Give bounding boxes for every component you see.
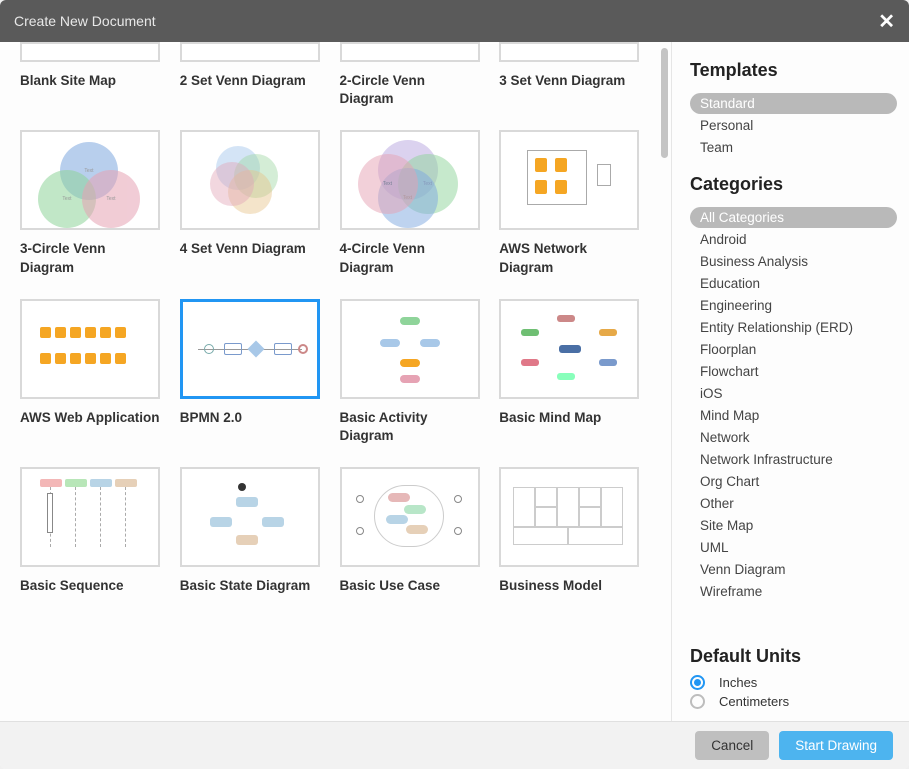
category-item[interactable]: Business Analysis <box>690 251 897 272</box>
dialog-body: Blank Site Map 2 Set Venn Diagram 2-Circle… <box>0 42 909 721</box>
template-thumbnail[interactable] <box>180 42 320 62</box>
template-thumbnail[interactable] <box>180 299 320 399</box>
sidebar: Templates StandardPersonalTeam Categorie… <box>671 42 909 721</box>
template-label: 3-Circle Venn Diagram <box>20 240 160 276</box>
category-item[interactable]: Other <box>690 493 897 514</box>
template-label: 4 Set Venn Diagram <box>180 240 320 258</box>
template-thumbnail[interactable]: TextTextText <box>340 130 480 230</box>
template-scope-item[interactable]: Personal <box>690 115 897 136</box>
template-label: Basic Mind Map <box>499 409 639 427</box>
radio-icon[interactable] <box>690 675 705 690</box>
template-label: AWS Web Application <box>20 409 160 427</box>
category-item[interactable]: Flowchart <box>690 361 897 382</box>
units-heading: Default Units <box>690 646 897 667</box>
unit-label: Inches <box>719 675 757 690</box>
gallery-wrap: Blank Site Map 2 Set Venn Diagram 2-Circle… <box>0 42 671 721</box>
template-scope-list: StandardPersonalTeam <box>690 93 897 158</box>
template-thumbnail[interactable] <box>340 299 480 399</box>
close-icon[interactable]: ✕ <box>878 9 895 34</box>
category-item[interactable]: Venn Diagram <box>690 559 897 580</box>
template-thumbnail[interactable] <box>499 130 639 230</box>
templates-heading: Templates <box>690 60 897 81</box>
template-label: Basic Activity Diagram <box>340 409 480 445</box>
template-thumbnail[interactable] <box>340 467 480 567</box>
template-card[interactable]: BPMN 2.0 <box>180 299 320 445</box>
template-card[interactable]: 2-Circle Venn Diagram <box>340 42 480 108</box>
scroll-thumb[interactable] <box>661 48 668 158</box>
template-label: 4-Circle Venn Diagram <box>340 240 480 276</box>
radio-icon[interactable] <box>690 694 705 709</box>
template-thumbnail[interactable] <box>499 467 639 567</box>
template-card[interactable]: Blank Site Map <box>20 42 160 108</box>
template-card[interactable]: 2 Set Venn Diagram <box>180 42 320 108</box>
template-thumbnail[interactable]: TextTextText <box>20 130 160 230</box>
template-thumbnail[interactable] <box>180 130 320 230</box>
template-label: Basic State Diagram <box>180 577 320 595</box>
template-card[interactable]: Business Model <box>499 467 639 595</box>
category-item[interactable]: Android <box>690 229 897 250</box>
start-drawing-button[interactable]: Start Drawing <box>779 731 893 760</box>
template-thumbnail[interactable] <box>340 42 480 62</box>
template-thumbnail[interactable] <box>20 42 160 62</box>
template-label: Basic Use Case <box>340 577 480 595</box>
template-label: Blank Site Map <box>20 72 160 90</box>
category-item[interactable]: iOS <box>690 383 897 404</box>
template-thumbnail[interactable] <box>20 467 160 567</box>
template-gallery[interactable]: Blank Site Map 2 Set Venn Diagram 2-Circle… <box>0 42 659 721</box>
category-item[interactable]: Wireframe <box>690 581 897 602</box>
template-label: Basic Sequence <box>20 577 160 595</box>
template-card[interactable]: AWS Network Diagram <box>499 130 639 276</box>
template-thumbnail[interactable] <box>499 42 639 62</box>
dialog-titlebar: Create New Document ✕ <box>0 0 909 42</box>
template-label: AWS Network Diagram <box>499 240 639 276</box>
gallery-scrollbar[interactable] <box>659 42 671 721</box>
category-item[interactable]: All Categories <box>690 207 897 228</box>
template-scope-item[interactable]: Team <box>690 137 897 158</box>
cancel-button[interactable]: Cancel <box>695 731 769 760</box>
template-card[interactable]: AWS Web Application <box>20 299 160 445</box>
create-document-dialog: Create New Document ✕ Blank Site Map 2 Se… <box>0 0 909 769</box>
template-card[interactable]: Basic Sequence <box>20 467 160 595</box>
dialog-footer: Cancel Start Drawing <box>0 721 909 769</box>
category-item[interactable]: Floorplan <box>690 339 897 360</box>
categories-heading: Categories <box>690 174 897 195</box>
category-item[interactable]: Mind Map <box>690 405 897 426</box>
unit-label: Centimeters <box>719 694 789 709</box>
template-card[interactable]: Basic State Diagram <box>180 467 320 595</box>
template-card[interactable]: Basic Mind Map <box>499 299 639 445</box>
category-item[interactable]: Network <box>690 427 897 448</box>
template-card[interactable]: TextTextText 4-Circle Venn Diagram <box>340 130 480 276</box>
unit-option[interactable]: Inches <box>690 675 897 690</box>
template-card[interactable]: Basic Activity Diagram <box>340 299 480 445</box>
category-item[interactable]: Site Map <box>690 515 897 536</box>
template-thumbnail[interactable] <box>499 299 639 399</box>
template-card[interactable]: Basic Use Case <box>340 467 480 595</box>
template-card[interactable]: 4 Set Venn Diagram <box>180 130 320 276</box>
template-label: Business Model <box>499 577 639 595</box>
template-card[interactable]: 3 Set Venn Diagram <box>499 42 639 108</box>
category-item[interactable]: Engineering <box>690 295 897 316</box>
unit-option[interactable]: Centimeters <box>690 694 897 709</box>
default-units-section: Default Units Inches Centimeters <box>690 646 897 709</box>
category-list: All CategoriesAndroidBusiness AnalysisEd… <box>690 207 897 602</box>
template-scope-item[interactable]: Standard <box>690 93 897 114</box>
template-label: 2-Circle Venn Diagram <box>340 72 480 108</box>
template-label: 2 Set Venn Diagram <box>180 72 320 90</box>
dialog-title: Create New Document <box>14 13 156 29</box>
template-label: 3 Set Venn Diagram <box>499 72 639 90</box>
template-card[interactable]: TextTextText 3-Circle Venn Diagram <box>20 130 160 276</box>
category-item[interactable]: Entity Relationship (ERD) <box>690 317 897 338</box>
category-item[interactable]: Education <box>690 273 897 294</box>
category-item[interactable]: Network Infrastructure <box>690 449 897 470</box>
category-item[interactable]: UML <box>690 537 897 558</box>
template-thumbnail[interactable] <box>180 467 320 567</box>
template-thumbnail[interactable] <box>20 299 160 399</box>
template-label: BPMN 2.0 <box>180 409 320 427</box>
category-item[interactable]: Org Chart <box>690 471 897 492</box>
